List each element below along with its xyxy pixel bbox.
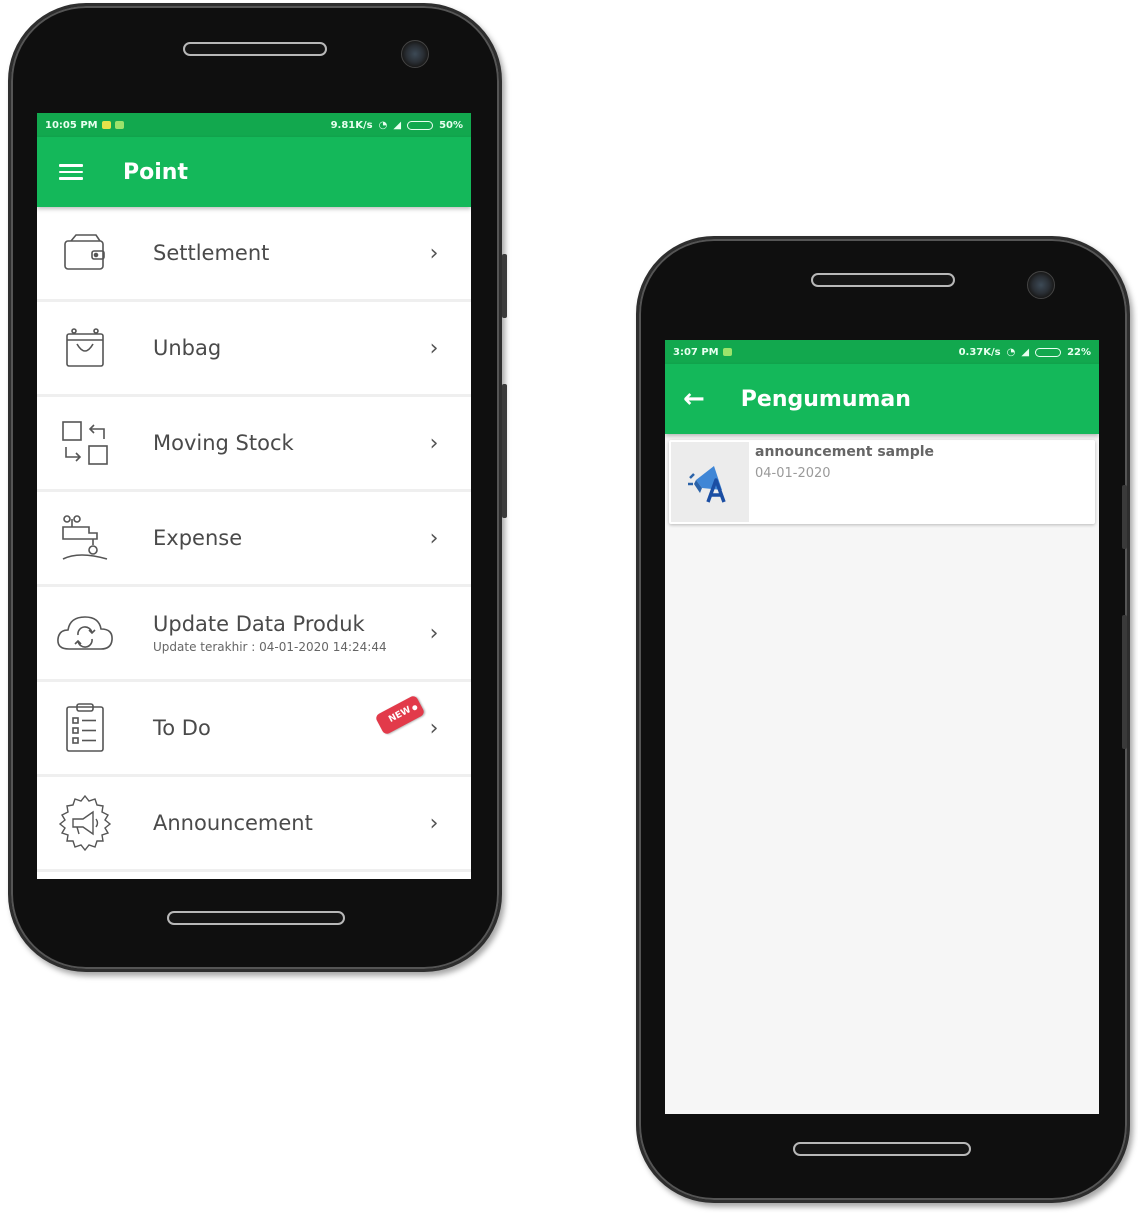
page-title: Point [123, 159, 188, 185]
signal-icon: ◢ [1021, 346, 1030, 358]
swap-boxes-icon [55, 418, 115, 468]
status-time: 10:05 PM [45, 119, 98, 131]
menu-item-announcement[interactable]: Announcement › [37, 777, 471, 872]
menu-item-expense[interactable]: Expense › [37, 492, 471, 587]
status-time: 3:07 PM [673, 346, 719, 358]
menu-item-to-do[interactable]: To Do NEW › [37, 682, 471, 777]
network-speed: 0.37K/s [958, 346, 1001, 358]
menu-item-moving-stock[interactable]: Moving Stock › [37, 397, 471, 492]
battery-percent: 50% [439, 119, 463, 131]
bottom-speaker [167, 911, 345, 925]
side-button [1122, 485, 1127, 549]
last-update-text: Update terakhir : 04-01-2020 14:24:44 [153, 640, 387, 654]
announcement-date: 04-01-2020 [755, 466, 831, 481]
megaphone-a-icon [671, 442, 749, 522]
wifi-icon: ◔ [1006, 346, 1016, 358]
announcement-card[interactable]: announcement sample 04-01-2020 [669, 440, 1095, 524]
signal-icon: ◢ [393, 119, 402, 131]
chevron-right-icon: › [429, 810, 439, 836]
tap-money-icon [55, 513, 115, 563]
screen-pengumuman: 3:07 PM 0.37K/s ◔ ◢ 22% ← Pengumuman ann… [665, 340, 1099, 1114]
chevron-right-icon: › [429, 525, 439, 551]
battery-icon [1035, 347, 1062, 357]
notification-icon [722, 348, 732, 356]
clipboard-checklist-icon [55, 703, 115, 753]
side-button [502, 254, 507, 318]
back-arrow-icon[interactable]: ← [683, 386, 705, 412]
page-title: Pengumuman [740, 386, 911, 412]
battery-percent: 22% [1067, 346, 1091, 358]
menu-list: Settlement › Unbag › Moving Stock › Expe… [37, 207, 471, 872]
menu-item-settlement[interactable]: Settlement › [37, 207, 471, 302]
chevron-right-icon: › [429, 240, 439, 266]
menu-label: Update Data Produk [153, 612, 365, 636]
battery-icon [407, 120, 434, 130]
menu-label: Announcement [153, 811, 313, 835]
status-bar: 3:07 PM 0.37K/s ◔ ◢ 22% [665, 340, 1099, 364]
screen-point: 10:05 PM 9.81K/s ◔ ◢ 50% Point Settlemen… [37, 113, 471, 879]
chevron-right-icon: › [429, 335, 439, 361]
menu-label: Moving Stock [153, 431, 294, 455]
menu-label: Settlement [153, 241, 270, 265]
earpiece-speaker [183, 42, 327, 56]
volume-button [502, 384, 507, 518]
announcement-title: announcement sample [755, 444, 935, 460]
network-speed: 9.81K/s [330, 119, 373, 131]
hamburger-menu-icon[interactable] [59, 160, 83, 184]
phone-right: 3:07 PM 0.37K/s ◔ ◢ 22% ← Pengumuman ann… [636, 236, 1130, 1203]
status-bar: 10:05 PM 9.81K/s ◔ ◢ 50% [37, 113, 471, 137]
phone-left: 10:05 PM 9.81K/s ◔ ◢ 50% Point Settlemen… [8, 3, 507, 972]
menu-item-update-data-produk[interactable]: Update Data Produk Update terakhir : 04-… [37, 587, 471, 682]
volume-button [1122, 615, 1127, 749]
cloud-sync-icon [55, 608, 115, 658]
bag-icon [55, 323, 115, 373]
menu-label: Expense [153, 526, 243, 550]
front-camera [1027, 271, 1055, 299]
app-toolbar: ← Pengumuman [665, 364, 1099, 434]
earpiece-speaker [811, 273, 955, 287]
chevron-right-icon: › [429, 620, 439, 646]
wallet-icon [55, 228, 115, 278]
notification-icon [101, 121, 111, 129]
chevron-right-icon: › [429, 715, 439, 741]
notification-icon [114, 121, 124, 129]
app-toolbar: Point [37, 137, 471, 207]
bottom-speaker [793, 1142, 971, 1156]
chevron-right-icon: › [429, 430, 439, 456]
front-camera [401, 40, 429, 68]
menu-label: Unbag [153, 336, 222, 360]
megaphone-badge-icon [55, 794, 115, 852]
menu-item-unbag[interactable]: Unbag › [37, 302, 471, 397]
wifi-icon: ◔ [378, 119, 388, 131]
